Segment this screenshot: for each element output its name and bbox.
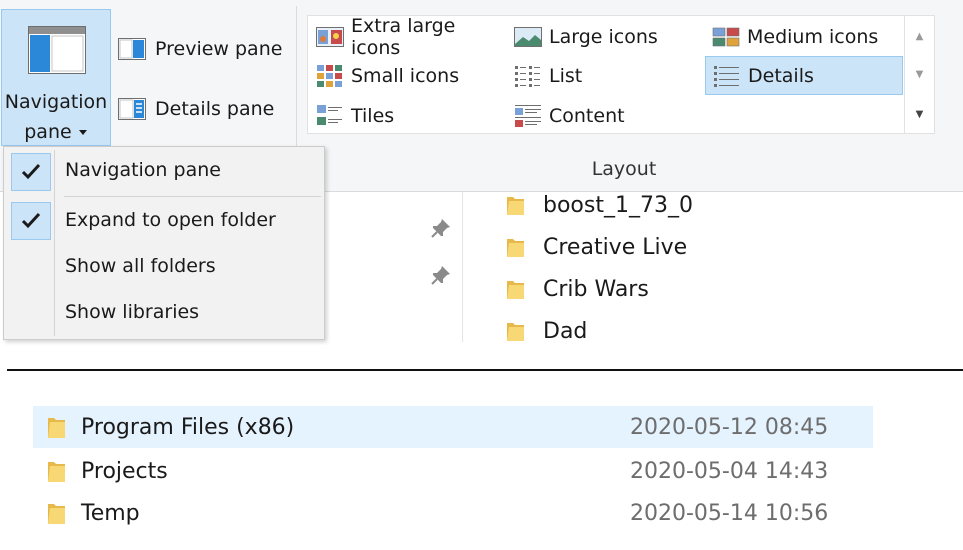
folder-item[interactable]: Crib Wars: [505, 271, 649, 307]
menu-gutter-divider: [54, 150, 55, 336]
folder-icon: [507, 239, 524, 257]
folder-name: Crib Wars: [543, 276, 649, 302]
menu-item-navigation-pane[interactable]: Navigation pane: [65, 150, 221, 190]
date-modified: 2020-05-14 10:56: [630, 500, 829, 526]
folder-icon: [48, 462, 65, 482]
layout-option-label: Tiles: [351, 105, 395, 127]
small-icons-icon: [317, 65, 342, 87]
checkmark-icon: [11, 202, 51, 240]
details-list: Program Files (x86) 2020-05-12 08:45 Pro…: [0, 371, 963, 550]
folder-icon: [48, 504, 65, 524]
menu-item-expand-to-open-folder[interactable]: Expand to open folder: [65, 200, 276, 240]
layout-option-label: Medium icons: [747, 26, 879, 48]
list-icon: [515, 66, 540, 87]
folder-name: Dad: [543, 318, 588, 344]
navigation-pane-menu: Navigation pane Expand to open folder Sh…: [3, 146, 325, 340]
table-row[interactable]: Temp 2020-05-14 10:56: [33, 492, 873, 534]
menu-item-show-libraries[interactable]: Show libraries: [65, 292, 199, 332]
layout-large-icons[interactable]: Large icons: [507, 20, 701, 54]
details-pane-label: Details pane: [155, 98, 275, 120]
folder-name: Creative Live: [543, 234, 688, 260]
navigation-pane-label-2: pane: [2, 117, 110, 147]
medium-icons-icon: [712, 27, 740, 47]
pane-divider[interactable]: [462, 192, 463, 342]
gallery-scroll-up-icon[interactable]: ▲: [905, 18, 934, 56]
tiles-icon: [317, 105, 342, 125]
folder-item[interactable]: Creative Live: [505, 229, 687, 265]
preview-pane-icon: [118, 38, 146, 60]
pin-icon[interactable]: [430, 264, 452, 286]
layout-option-label: Small icons: [351, 65, 460, 87]
layout-content[interactable]: Content: [507, 99, 701, 133]
file-name: Projects: [81, 458, 168, 484]
checkmark-icon: [11, 153, 51, 191]
pin-icon[interactable]: [430, 217, 452, 239]
folder-icon: [507, 281, 524, 299]
gallery-expand-icon[interactable]: ▼: [905, 96, 934, 134]
folder-icon: [507, 323, 524, 341]
table-row[interactable]: Program Files (x86) 2020-05-12 08:45: [33, 406, 873, 448]
layout-option-label: Content: [549, 105, 625, 127]
preview-pane-button[interactable]: Preview pane: [118, 33, 282, 65]
menu-item-show-all-folders[interactable]: Show all folders: [65, 246, 216, 286]
layout-tiles[interactable]: Tiles: [309, 99, 505, 133]
details-pane-icon: [118, 98, 146, 120]
content-icon: [515, 105, 541, 127]
file-name: Program Files (x86): [81, 414, 295, 440]
layout-extra-large-icons[interactable]: Extra large icons: [309, 15, 505, 59]
table-row[interactable]: Projects 2020-05-04 14:43: [33, 450, 873, 492]
menu-separator: [64, 196, 321, 197]
layout-small-icons[interactable]: Small icons: [309, 59, 505, 93]
layout-option-label: Large icons: [549, 26, 658, 48]
extra-large-icons-icon: [316, 27, 344, 47]
layout-list[interactable]: List: [507, 59, 701, 93]
layout-medium-icons[interactable]: Medium icons: [705, 20, 901, 54]
folder-icon: [507, 197, 524, 215]
file-name: Temp: [81, 500, 140, 526]
folder-name: boost_1_73_0: [543, 192, 693, 218]
large-icons-icon: [514, 27, 542, 47]
gallery-scrollbar: ▲ ▼ ▼: [905, 15, 935, 134]
folder-item[interactable]: Dad: [505, 313, 587, 349]
navigation-pane-label: Navigation: [4, 91, 108, 113]
date-modified: 2020-05-04 14:43: [630, 458, 829, 484]
details-pane-button[interactable]: Details pane: [118, 93, 274, 125]
layout-details[interactable]: Details: [705, 56, 903, 95]
navigation-pane-icon: [28, 26, 86, 74]
layout-gallery: Extra large icons Large icons Medium ico…: [307, 15, 905, 134]
date-modified: 2020-05-12 08:45: [630, 414, 829, 440]
preview-pane-label: Preview pane: [155, 38, 283, 60]
chevron-down-icon: [78, 129, 87, 135]
folder-item[interactable]: boost_1_73_0: [505, 187, 693, 223]
layout-option-label: Details: [748, 64, 814, 87]
details-icon: [714, 65, 739, 87]
layout-option-label: Extra large icons: [351, 15, 456, 59]
navigation-pane-button[interactable]: Navigation pane: [1, 9, 111, 146]
layout-group-label: Layout: [591, 158, 657, 180]
layout-option-label: List: [549, 65, 583, 87]
folder-icon: [48, 418, 65, 438]
gallery-scroll-down-icon[interactable]: ▼: [905, 56, 934, 94]
